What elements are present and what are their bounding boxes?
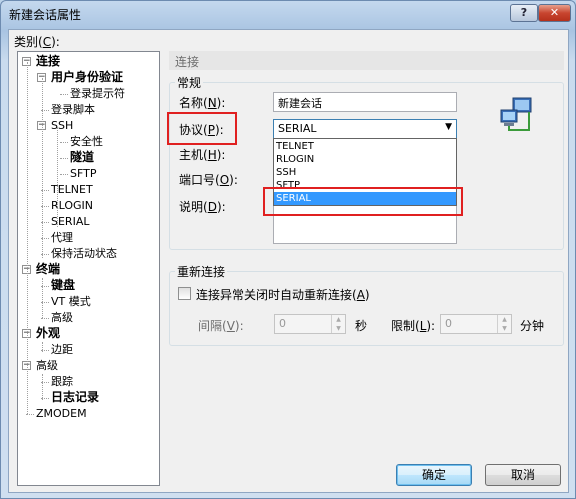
tree-item-vt-mode[interactable]: VT 模式 (51, 295, 91, 308)
spin-up-icon[interactable]: ▲ (498, 315, 511, 324)
description-label: 说明(D): (179, 200, 226, 214)
interval-unit: 秒 (355, 319, 368, 333)
tree-item-security[interactable]: 安全性 (70, 135, 103, 148)
tree-item-login-prompts[interactable]: 登录提示符 (70, 87, 125, 100)
tree-connector (60, 158, 68, 159)
tree-connector (57, 127, 58, 227)
tree-item-appearance[interactable]: 外观 (36, 327, 60, 340)
tree-connector (42, 278, 43, 318)
limit-spinner[interactable]: 0 ▲ ▼ (440, 314, 512, 334)
serial-option-annotation (263, 187, 463, 216)
tree-item-keepalive[interactable]: 保持活动状态 (51, 247, 117, 260)
tree-item-advanced1[interactable]: 高级 (51, 311, 73, 324)
tree-item-login-script[interactable]: 登录脚本 (51, 103, 95, 116)
tree-connector (42, 374, 43, 400)
interval-spinner[interactable]: 0 ▲ ▼ (274, 314, 346, 334)
section-header: 连接 (169, 51, 564, 70)
tree-item-keyboard[interactable]: 键盘 (51, 279, 75, 292)
tree-item-zmodem[interactable]: ZMODEM (36, 407, 87, 420)
interval-value: 0 (279, 317, 286, 330)
protocol-option-ssh[interactable]: SSH (274, 166, 456, 179)
name-label: 名称(N): (179, 96, 226, 110)
category-label: 类别(C): (14, 35, 60, 49)
dialog-client: 类别(C): − 连接 − 用户身份验证 登录提示符 登录脚本 − SSH 安全性 隧道 SFTP T… (8, 29, 569, 493)
tree-connector (42, 78, 43, 258)
limit-label: 限制(L): (391, 319, 436, 333)
protocol-option-telnet[interactable]: TELNET (274, 140, 456, 153)
limit-value: 0 (445, 317, 452, 330)
network-icon (500, 97, 532, 131)
chevron-down-icon[interactable]: ▼ (445, 122, 452, 132)
tree-item-conn[interactable]: 连接 (36, 55, 60, 68)
tree-connector (41, 318, 49, 319)
protocol-select[interactable]: SERIAL ▼ (273, 119, 457, 139)
protocol-selected-value: SERIAL (278, 122, 317, 135)
tree-item-proxy[interactable]: 代理 (51, 231, 73, 244)
tree-item-margin[interactable]: 边距 (51, 343, 73, 356)
tree-item-tunnel[interactable]: 隧道 (70, 151, 94, 164)
spin-down-icon[interactable]: ▼ (332, 324, 345, 333)
name-input[interactable]: 新建会话 (273, 92, 457, 112)
tree-item-terminal[interactable]: 终端 (36, 263, 60, 276)
spin-up-icon[interactable]: ▲ (332, 315, 345, 324)
reconnect-group-title: 重新连接 (175, 263, 228, 280)
ok-button[interactable]: 确定 (396, 464, 472, 486)
host-label: 主机(H): (179, 148, 226, 162)
reconnect-group (169, 271, 564, 346)
auto-reconnect-label[interactable]: 连接异常关闭时自动重新连接(A) (196, 286, 370, 303)
port-label: 端口号(O): (179, 173, 238, 187)
tree-item-auth[interactable]: 用户身份验证 (51, 71, 123, 84)
dialog-window: 新建会话属性 ? ✕ 类别(C): − 连接 − 用户身份验证 登录提示符 登录脚本 − SS… (0, 0, 576, 499)
tree-connector (26, 414, 34, 415)
help-button[interactable]: ? (510, 4, 538, 22)
general-group-title: 常规 (175, 74, 204, 91)
tree-connector (60, 142, 68, 143)
category-tree[interactable]: − 连接 − 用户身份验证 登录提示符 登录脚本 − SSH 安全性 隧道 SFTP TELNET RL… (17, 51, 160, 486)
tree-connector (27, 62, 28, 414)
limit-unit: 分钟 (520, 319, 545, 333)
tree-item-log[interactable]: 日志记录 (51, 391, 99, 404)
protocol-label-annotation (167, 112, 237, 145)
protocol-option-rlogin[interactable]: RLOGIN (274, 153, 456, 166)
interval-label: 间隔(V): (198, 319, 244, 333)
tree-item-sftp[interactable]: SFTP (70, 167, 96, 180)
tree-item-advanced2[interactable]: 高级 (36, 359, 58, 372)
tree-connector (42, 342, 43, 352)
tree-item-ssh[interactable]: SSH (51, 119, 73, 132)
tree-connector (60, 174, 68, 175)
title-bar[interactable]: 新建会话属性 ? ✕ (1, 1, 575, 27)
window-title: 新建会话属性 (9, 8, 82, 22)
cancel-button[interactable]: 取消 (485, 464, 561, 486)
tree-connector (60, 94, 68, 95)
close-button[interactable]: ✕ (538, 4, 571, 22)
auto-reconnect-checkbox[interactable] (178, 287, 191, 300)
spin-down-icon[interactable]: ▼ (498, 324, 511, 333)
tree-item-trace[interactable]: 跟踪 (51, 375, 73, 388)
